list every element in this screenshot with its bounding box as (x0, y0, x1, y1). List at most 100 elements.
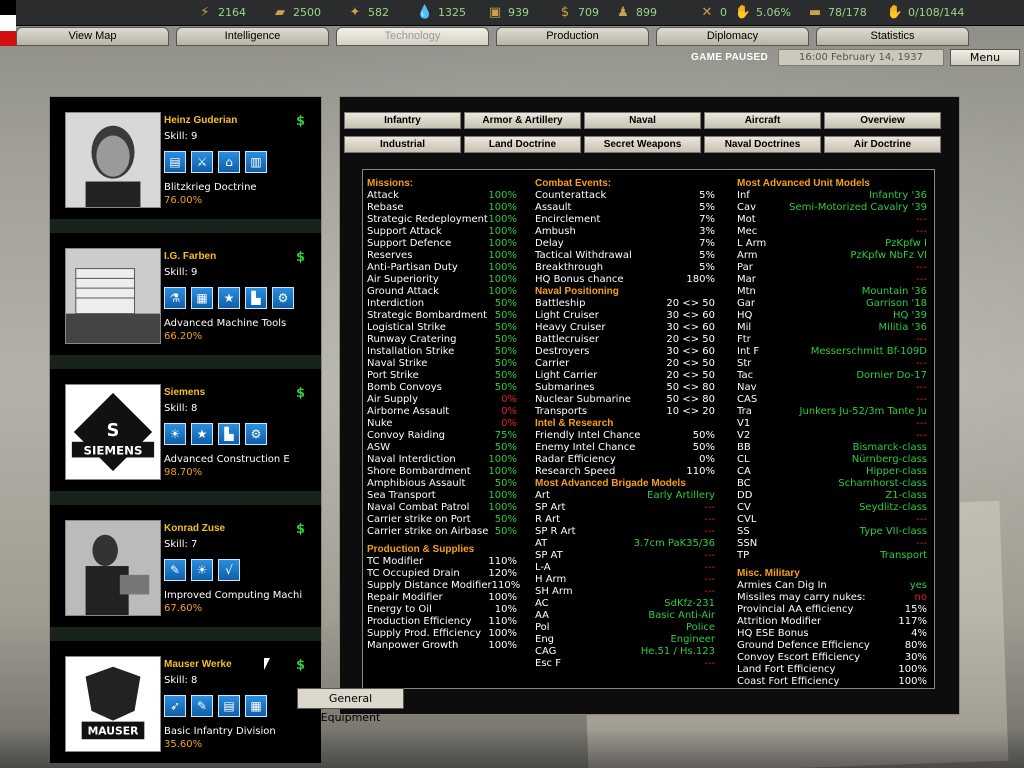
stat-label: CL (737, 454, 750, 465)
industry-icon[interactable]: ▙ (245, 287, 267, 309)
tank-doctrine-icon[interactable]: ▥ (245, 151, 267, 173)
subtab-industrial[interactable]: Industrial (344, 136, 461, 153)
gears-icon[interactable]: ⚙ (245, 423, 267, 445)
unit-models-row: Str --- (737, 358, 927, 370)
combat-events-row: Counterattack 5% (535, 190, 715, 202)
money-icon: $ (560, 5, 570, 20)
stat-value: 180% (686, 274, 715, 285)
svg-text:MAUSER: MAUSER (88, 724, 140, 737)
stat-label: Assault (535, 202, 572, 213)
wrench-icon[interactable]: ✎ (191, 695, 213, 717)
lightbulb-icon[interactable]: ☀ (164, 423, 186, 445)
lightbulb-icon[interactable]: ☀ (191, 559, 213, 581)
stat-value: 110% (686, 466, 715, 477)
doctrine-book-icon[interactable]: ▤ (164, 151, 186, 173)
tab-diplomacy[interactable]: Diplomacy (656, 27, 809, 46)
subtab-aircraft[interactable]: Aircraft (704, 112, 821, 129)
team-name: Heinz Guderian (164, 115, 238, 126)
production-row: Energy to Oil 10% (367, 604, 517, 616)
nation-flag (0, 0, 16, 46)
tab-technology[interactable]: Technology (336, 27, 489, 46)
missions-row: Strategic Bombardment 50% (367, 310, 517, 322)
stat-label: Logistical Strike (367, 322, 446, 333)
stat-label: Ftr (737, 334, 751, 345)
chemistry-flask-icon[interactable]: ⚗ (164, 287, 186, 309)
stat-label: Par (737, 262, 753, 273)
wrench-icon[interactable]: ✎ (164, 559, 186, 581)
missions-row: Anti-Partisan Duty 100% (367, 262, 517, 274)
stat-label: TC Occupied Drain (367, 568, 460, 579)
unit-models-row: Cav Semi-Motorized Cavalry '39 (737, 202, 927, 214)
tech-team-card[interactable]: I.G. Farben Skill: 9 $ ⚗ ▦ ★ ▙ ⚙ Advanced Machin… (50, 233, 321, 355)
star-icon[interactable]: ★ (191, 423, 213, 445)
tech-team-card[interactable]: Heinz Guderian Skill: 9 $ ▤ ⚔ ⌂ ▥ Blitzkrieg Do… (50, 97, 321, 219)
brigade-models-row: SP R Art --- (535, 526, 715, 538)
structure-icon[interactable]: ⌂ (218, 151, 240, 173)
metal-icon: ▰ (275, 5, 285, 20)
stat-label: Carrier (535, 358, 570, 369)
tab-view-map[interactable]: View Map (16, 27, 169, 46)
stat-label: TC Modifier (367, 556, 424, 567)
equipment-icon[interactable]: ▦ (245, 695, 267, 717)
stat-label: Eng (535, 634, 555, 645)
doctrine-book-icon[interactable]: ▤ (218, 695, 240, 717)
game-date: 16:00 February 14, 1937 (778, 49, 944, 66)
unit-models-row: Int F Messerschmitt Bf-109D (737, 346, 927, 358)
gears-icon[interactable]: ⚙ (272, 287, 294, 309)
stat-value: 50% (494, 514, 517, 525)
stat-value: 30 <> 60 (666, 322, 715, 333)
missions-row: Port Strike 50% (367, 370, 517, 382)
production-row: Repair Modifier 100% (367, 592, 517, 604)
stat-value: --- (916, 382, 927, 393)
tech-team-card[interactable]: MAUSER Mauser Werke Skill: 8 $ ➶ ✎ ▤ ▦ Basic Inf… (50, 641, 321, 763)
math-icon[interactable]: √ (218, 559, 240, 581)
stat-value: Police (686, 622, 715, 633)
stat-label: Armies Can Dig In (737, 580, 827, 591)
stat-value: Scharnhorst-class (838, 478, 927, 489)
convoy-icon: ▬ (808, 5, 822, 20)
subtab-land-doctrine[interactable]: Land Doctrine (464, 136, 581, 153)
menu-button[interactable]: Menu (950, 49, 1020, 66)
unit-models-row: V2 --- (737, 430, 927, 442)
stat-value: --- (704, 526, 715, 537)
rifle-icon[interactable]: ➶ (164, 695, 186, 717)
subtab-infantry[interactable]: Infantry (344, 112, 461, 129)
stat-value: 30% (904, 652, 927, 663)
tab-statistics[interactable]: Statistics (816, 27, 969, 46)
unit-models-row: Mil Militia '36 (737, 322, 927, 334)
stat-label: Runway Cratering (367, 334, 457, 345)
subtab-naval-doctrines[interactable]: Naval Doctrines (704, 136, 821, 153)
brigade-models-row: Eng Engineer (535, 634, 715, 646)
stat-label: Production Efficiency (367, 616, 472, 627)
brigade-models-row: Esc F --- (535, 658, 715, 670)
resource-value: 582 (368, 6, 389, 19)
tech-team-card[interactable]: S SIEMENS Siemens Skill: 8 $ ☀ ★ ▙ ⚙ Advanced Con… (50, 369, 321, 491)
stat-label: Ground Defence Efficiency (737, 640, 870, 651)
resource-value: 0 (720, 6, 727, 19)
stat-label: CAS (737, 394, 758, 405)
star-icon[interactable]: ★ (218, 287, 240, 309)
equipment-icon[interactable]: ▦ (191, 287, 213, 309)
team-skill: Skill: 7 (164, 539, 198, 550)
subtab-overview[interactable]: Overview (824, 112, 941, 129)
industry-icon[interactable]: ▙ (218, 423, 240, 445)
subtab-naval[interactable]: Naval (584, 112, 701, 129)
tab-production[interactable]: Production (496, 27, 649, 46)
stat-value: yes (909, 580, 927, 591)
tab-intelligence[interactable]: Intelligence (176, 27, 329, 46)
combat-events-row: HQ Bonus chance 180% (535, 274, 715, 286)
stat-label: Tra (737, 406, 752, 417)
tech-team-card[interactable]: Konrad Zuse Skill: 7 $ ✎ ☀ √ Improved Computin… (50, 505, 321, 627)
subtab-armor-artillery[interactable]: Armor & Artillery (464, 112, 581, 129)
stat-value: 110% (488, 616, 517, 627)
blitz-icon[interactable]: ⚔ (191, 151, 213, 173)
missions-row: Air Superiority 100% (367, 274, 517, 286)
subtab-secret-weapons[interactable]: Secret Weapons (584, 136, 701, 153)
tech-category-tabs-row1: Infantry Armor & Artillery Naval Aircraft Ov… (344, 112, 944, 129)
subtab-air-doctrine[interactable]: Air Doctrine (824, 136, 941, 153)
stat-label: Gar (737, 298, 755, 309)
stat-label: Port Strike (367, 370, 419, 381)
card-divider (50, 219, 321, 233)
stat-label: Esc F (535, 658, 561, 669)
stat-label: SP AT (535, 550, 563, 561)
